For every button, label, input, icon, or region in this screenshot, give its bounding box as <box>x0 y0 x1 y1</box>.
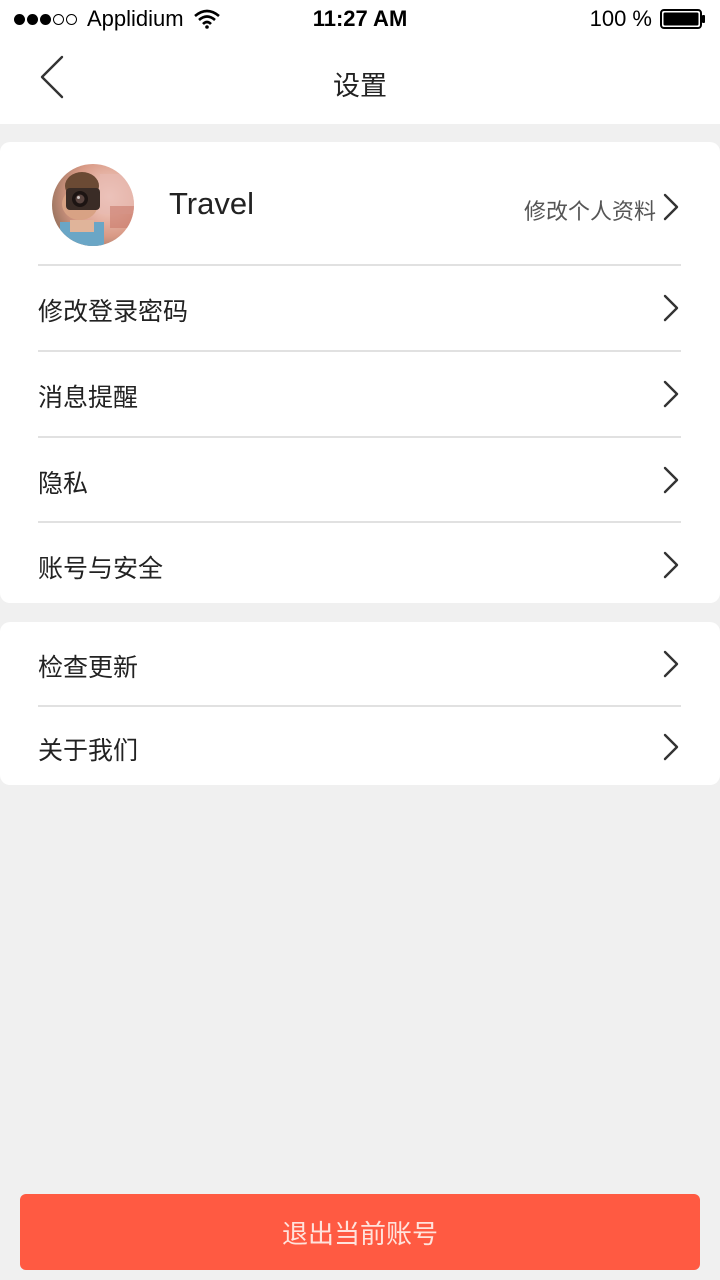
chevron-right-icon <box>662 293 680 323</box>
settings-item-check-update[interactable]: 检查更新 <box>0 622 720 706</box>
chevron-right-icon <box>662 192 680 222</box>
settings-item-label: 隐私 <box>38 469 89 498</box>
profile-username: Travel <box>169 186 254 221</box>
settings-group-account: Travel 修改个人资料 修改登录密码 消息提醒 隐私 账号与安全 <box>0 142 720 603</box>
settings-item-label: 账号与安全 <box>38 554 164 583</box>
settings-item-label: 修改登录密码 <box>38 297 189 326</box>
settings-item-label: 消息提醒 <box>38 383 139 412</box>
chevron-right-icon <box>662 379 680 409</box>
profile-row[interactable]: Travel 修改个人资料 <box>0 142 720 265</box>
chevron-right-icon <box>662 550 680 580</box>
settings-item-change-password[interactable]: 修改登录密码 <box>0 266 720 350</box>
status-right: 100 % <box>590 6 706 32</box>
nav-bar: 设置 <box>0 40 720 124</box>
settings-item-privacy[interactable]: 隐私 <box>0 438 720 522</box>
settings-group-app: 检查更新 关于我们 <box>0 622 720 785</box>
status-bar: Applidium 11:27 AM 100 % <box>0 0 720 40</box>
logout-button[interactable]: 退出当前账号 <box>20 1194 700 1270</box>
battery-percentage: 100 % <box>589 6 652 31</box>
settings-item-label: 检查更新 <box>38 653 139 682</box>
page-title: 设置 <box>333 71 387 102</box>
settings-item-about-us[interactable]: 关于我们 <box>0 705 720 789</box>
avatar <box>52 164 134 246</box>
edit-profile-link[interactable]: 修改个人资料 <box>524 194 656 226</box>
settings-item-account-security[interactable]: 账号与安全 <box>0 523 720 607</box>
battery-icon <box>660 9 706 29</box>
chevron-right-icon <box>662 649 680 679</box>
settings-item-label: 关于我们 <box>38 736 139 765</box>
chevron-right-icon <box>662 732 680 762</box>
chevron-right-icon <box>662 465 680 495</box>
settings-item-notifications[interactable]: 消息提醒 <box>0 352 720 436</box>
